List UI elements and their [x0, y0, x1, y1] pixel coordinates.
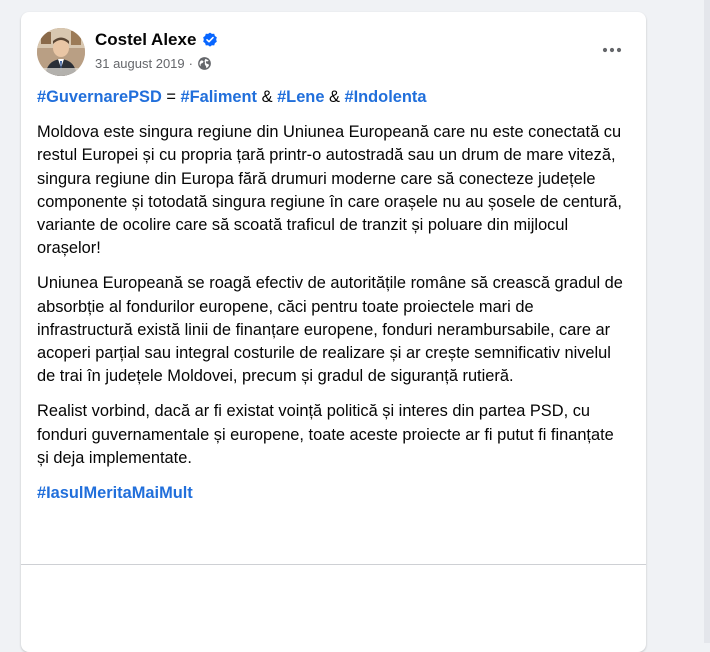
scrollbar-track[interactable] — [704, 0, 710, 643]
post-header: Costel Alexe 31 august 2019 · — [37, 28, 630, 76]
hashtag-lene[interactable]: #Lene — [277, 88, 324, 106]
hashtag-indolenta[interactable]: #Indolenta — [344, 88, 426, 106]
divider — [21, 564, 646, 565]
globe-icon — [197, 56, 212, 71]
post-paragraph: Uniunea Europeană se roagă efectiv de au… — [37, 274, 623, 386]
author-name[interactable]: Costel Alexe — [95, 30, 196, 50]
ampersand-text: & — [257, 88, 278, 106]
hashtag-iasulmeritamaimult[interactable]: #IasulMeritaMaiMult — [37, 484, 193, 502]
hashtag-guvernarepsd[interactable]: #GuvernarePSD — [37, 88, 162, 106]
ampersand-text: & — [324, 88, 345, 106]
ellipsis-icon — [602, 47, 622, 53]
author-avatar[interactable] — [37, 28, 85, 76]
hashtag-faliment[interactable]: #Faliment — [181, 88, 258, 106]
post-meta: 31 august 2019 · — [95, 56, 212, 71]
more-options-button[interactable] — [594, 32, 630, 68]
verified-badge-icon — [202, 32, 218, 48]
avatar-photo — [37, 28, 85, 76]
author-line: Costel Alexe — [95, 30, 218, 50]
post-card: Costel Alexe 31 august 2019 · #Guvernare… — [21, 12, 646, 652]
post-body: #GuvernarePSD = #Faliment & #Lene & #Ind… — [37, 86, 630, 517]
post-paragraph: Moldova este singura regiune din Uniunea… — [37, 123, 622, 258]
closing-hashtag-line: #IasulMeritaMaiMult — [37, 482, 630, 505]
hashtag-line: #GuvernarePSD = #Faliment & #Lene & #Ind… — [37, 86, 630, 109]
post-paragraph: Realist vorbind, dacă ar fi existat voin… — [37, 402, 614, 467]
post-date[interactable]: 31 august 2019 — [95, 56, 185, 71]
equals-text: = — [161, 88, 181, 106]
meta-separator: · — [188, 56, 193, 71]
